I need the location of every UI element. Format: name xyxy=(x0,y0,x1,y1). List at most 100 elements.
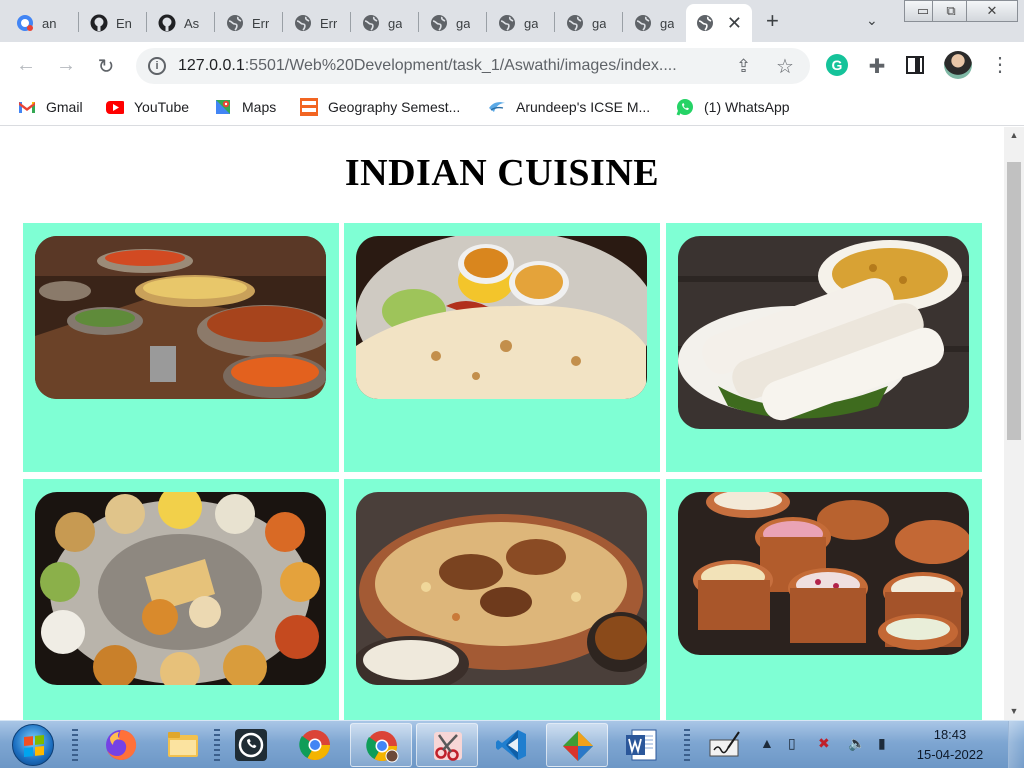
gmail-icon xyxy=(19,102,35,113)
bookmark-maps[interactable]: Maps xyxy=(214,98,276,116)
grammarly-extension-icon[interactable]: G xyxy=(826,54,848,76)
scrollbar-thumb[interactable] xyxy=(1007,162,1021,440)
bookmark-geography[interactable]: Geography Semest... xyxy=(300,98,460,116)
tab-title: Err xyxy=(252,15,270,31)
show-hidden-icons-icon[interactable]: ▲ xyxy=(760,735,774,751)
youtube-icon xyxy=(106,101,124,114)
taskbar-firefox[interactable] xyxy=(90,723,152,767)
dish-card xyxy=(666,479,982,720)
browser-tab[interactable]: Err xyxy=(284,4,350,42)
page-title: INDIAN CUISINE xyxy=(344,152,660,194)
bookmark-gmail[interactable]: Gmail xyxy=(18,98,83,116)
globe-icon xyxy=(431,15,447,31)
share-icon[interactable]: ⇪ xyxy=(736,56,751,77)
diamond-app-icon xyxy=(563,731,593,761)
clock-time: 18:43 xyxy=(933,727,967,742)
biryani-pot-photo xyxy=(356,492,647,685)
tab-title: an xyxy=(42,15,57,31)
tab-title: ga xyxy=(660,15,675,31)
bookmark-arundeep[interactable]: Arundeep's ICSE M... xyxy=(488,98,650,116)
browser-tab-active[interactable]: ✕ xyxy=(686,4,752,42)
naan-curry-plate-photo xyxy=(356,236,647,399)
url-host: 127.0.0.1 xyxy=(178,57,245,74)
tab-separator xyxy=(214,12,215,32)
profile-avatar[interactable] xyxy=(944,51,972,79)
more-menu-icon[interactable]: ⋮ xyxy=(990,52,1010,77)
windows-taskbar: ▲ ▯ ✖ 🔈 ▮ 18:43 15-04-2022 xyxy=(0,720,1024,768)
firefox-icon xyxy=(106,729,137,760)
browser-tab[interactable]: ga xyxy=(420,4,486,42)
url-text[interactable]: 127.0.0.1:5501/Web%20Development/task_1/… xyxy=(178,57,677,75)
github-icon xyxy=(158,14,176,32)
bookmark-label: YouTube xyxy=(134,99,190,115)
signal-icon[interactable]: ▮ xyxy=(878,735,886,752)
back-arrow-icon[interactable]: ← xyxy=(14,54,38,77)
tab-title: ga xyxy=(388,15,403,31)
browser-tab[interactable]: ga xyxy=(624,4,684,42)
icse-help-icon xyxy=(300,98,318,116)
taskbar-chrome-profile[interactable] xyxy=(350,723,412,767)
url-path: :5501/Web%20Development/task_1/Aswathi/i… xyxy=(244,57,677,74)
tab-separator xyxy=(282,12,283,32)
tab-title: ga xyxy=(592,15,607,31)
close-tab-icon[interactable]: ✕ xyxy=(727,13,742,34)
bookmark-star-icon[interactable]: ☆ xyxy=(776,54,794,79)
browser-tab[interactable]: ga xyxy=(352,4,418,42)
chrome-icon xyxy=(299,730,330,761)
taskbar-word[interactable] xyxy=(610,723,672,767)
taskbar-grip xyxy=(72,729,78,761)
taskbar-snipping-tool[interactable] xyxy=(416,723,478,767)
scroll-down-arrow-icon[interactable]: ▼ xyxy=(1004,703,1024,720)
taskbar-whatsapp[interactable] xyxy=(220,723,282,767)
tab-separator xyxy=(418,12,419,32)
taskbar-file-explorer[interactable] xyxy=(152,723,214,767)
extensions-puzzle-icon[interactable]: ✚ xyxy=(866,54,888,78)
bookmark-youtube[interactable]: YouTube xyxy=(106,98,189,116)
google-colored-tab-icon xyxy=(17,15,33,31)
clock-date: 15-04-2022 xyxy=(916,747,984,762)
bookmark-label: (1) WhatsApp xyxy=(704,99,790,115)
taskbar-app-store[interactable] xyxy=(546,723,608,767)
taskbar-notepad-sign[interactable] xyxy=(694,723,750,767)
bookmark-label: Geography Semest... xyxy=(328,99,461,115)
site-info-icon[interactable]: i xyxy=(148,57,166,75)
tab-search-chevron-icon[interactable]: ⌄ xyxy=(866,12,878,29)
close-window-button[interactable]: ✕ xyxy=(966,0,1018,22)
new-tab-button[interactable]: + xyxy=(766,8,779,34)
restore-button[interactable]: ⧉ xyxy=(932,0,970,22)
tab-title: ga xyxy=(524,15,539,31)
taskbar-vscode[interactable] xyxy=(480,723,542,767)
browser-tab[interactable]: ga xyxy=(488,4,554,42)
browser-tab[interactable]: an xyxy=(6,4,72,42)
start-button[interactable] xyxy=(12,724,54,766)
dish-card xyxy=(344,223,660,472)
scroll-up-arrow-icon[interactable]: ▲ xyxy=(1004,127,1024,144)
windows-logo-icon xyxy=(24,734,44,758)
address-bar[interactable]: i 127.0.0.1:5501/Web%20Development/task_… xyxy=(136,48,810,84)
forward-arrow-icon[interactable]: → xyxy=(54,54,78,77)
side-panel-icon[interactable] xyxy=(906,56,924,74)
browser-tab[interactable]: Err xyxy=(216,4,282,42)
reload-icon[interactable]: ↻ xyxy=(94,54,118,79)
tab-separator xyxy=(486,12,487,32)
taskbar-chrome[interactable] xyxy=(284,723,346,767)
browser-tab[interactable]: En xyxy=(80,4,144,42)
device-icon[interactable]: ▯ xyxy=(788,735,796,752)
tab-title: Err xyxy=(320,15,338,31)
page-scrollbar[interactable]: ▲ ▼ xyxy=(1004,127,1024,720)
globe-icon xyxy=(227,15,243,31)
tab-separator xyxy=(554,12,555,32)
browser-tab[interactable]: As xyxy=(148,4,214,42)
taskbar-clock[interactable]: 18:43 15-04-2022 xyxy=(910,725,990,765)
browser-tab[interactable]: ga xyxy=(556,4,622,42)
globe-icon xyxy=(567,15,583,31)
puttu-kadala-photo xyxy=(678,236,969,429)
show-desktop-button[interactable] xyxy=(1008,721,1024,768)
volume-icon[interactable]: 🔈 xyxy=(848,735,865,752)
vscode-icon xyxy=(496,730,526,760)
tab-title: En xyxy=(116,15,132,31)
folder-icon xyxy=(168,732,198,757)
network-error-icon[interactable]: ✖ xyxy=(818,735,830,752)
whatsapp-icon xyxy=(676,99,693,116)
bookmark-whatsapp[interactable]: (1) WhatsApp xyxy=(676,98,790,116)
